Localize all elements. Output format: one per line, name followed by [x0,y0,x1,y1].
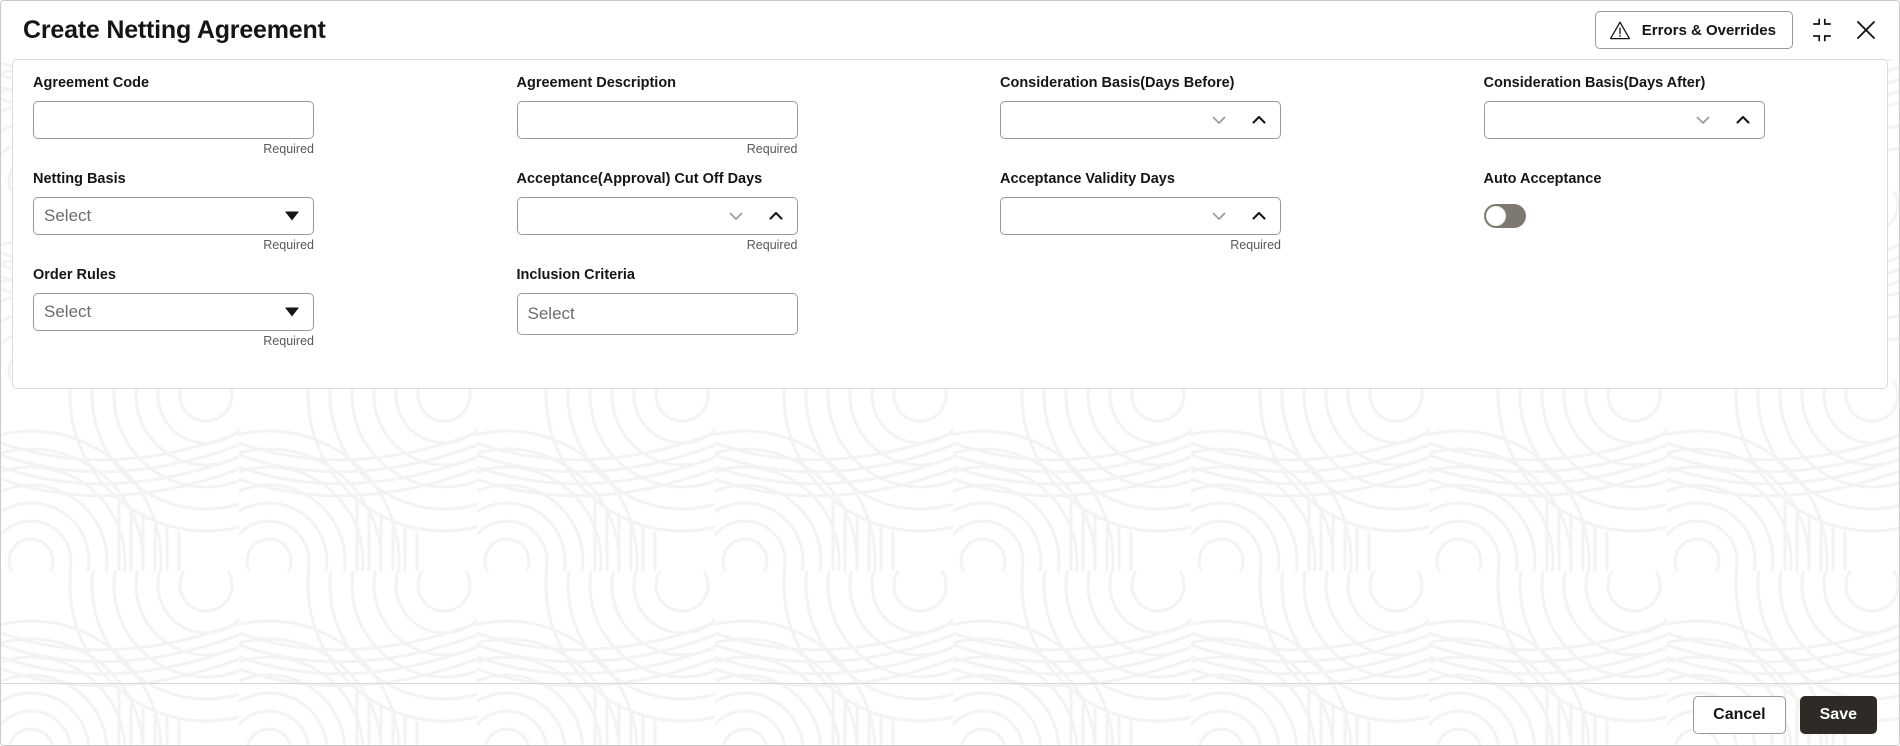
chevron-up-icon[interactable] [1730,107,1756,133]
field-spacer [1484,266,1868,366]
hint-acceptance-approval-cut-off-days: Required [746,238,798,252]
caret-down-icon [285,211,299,221]
field-spacer [1000,266,1384,366]
dialog-footer: Cancel Save [1,683,1899,745]
label-netting-basis: Netting Basis [33,171,126,187]
label-consideration-basis-days-after: Consideration Basis(Days After) [1483,75,1706,91]
netting-basis-select[interactable]: Select [33,197,314,235]
chevron-down-icon[interactable] [1206,107,1232,133]
inclusion-criteria-input[interactable]: Select [516,293,798,335]
close-x-icon[interactable] [1851,15,1881,45]
create-netting-agreement-dialog: Create Netting Agreement Errors & Overri… [0,0,1900,746]
agreement-description-input[interactable] [516,101,798,139]
field-agreement-code: Agreement Code Required [33,74,417,170]
chevron-down-icon[interactable] [723,203,749,229]
field-agreement-description: Agreement Description Required [516,74,901,170]
order-rules-select[interactable]: Select [33,293,314,331]
inclusion-criteria-value: Select [527,304,575,323]
hint-order-rules: Required [263,334,314,348]
consideration-basis-days-after-input[interactable] [1483,101,1765,139]
hint-agreement-description: Required [746,142,798,156]
label-agreement-description: Agreement Description [516,75,677,91]
dialog-body: Agreement Code Required Agreement Descri… [1,59,1899,683]
save-button[interactable]: Save [1799,695,1877,734]
field-auto-acceptance: Auto Acceptance [1483,170,1868,266]
acceptance-validity-days-stepper [1206,198,1272,234]
header-actions: Errors & Overrides [1594,11,1881,49]
field-consideration-basis-days-before: Consideration Basis(Days Before) [1000,74,1384,170]
chevron-up-icon[interactable] [763,203,789,229]
auto-acceptance-toggle[interactable] [1483,204,1526,228]
field-inclusion-criteria: Inclusion Criteria Select [516,266,901,366]
label-acceptance-validity-days: Acceptance Validity Days [1000,171,1175,187]
cancel-button[interactable]: Cancel [1693,695,1786,734]
field-acceptance-validity-days: Acceptance Validity Days Required [1000,170,1384,266]
caret-down-icon [285,307,299,317]
field-order-rules: Order Rules Select Required [33,266,417,366]
chevron-up-icon[interactable] [1246,203,1272,229]
label-auto-acceptance: Auto Acceptance [1483,171,1602,187]
label-agreement-code: Agreement Code [33,75,150,91]
auto-acceptance-toggle-wrap [1483,197,1868,228]
label-inclusion-criteria: Inclusion Criteria [516,267,635,283]
netting-basis-value: Select [44,206,92,225]
collapse-corners-icon[interactable] [1807,15,1837,45]
order-rules-value: Select [44,302,92,321]
field-netting-basis: Netting Basis Select Required [33,170,417,266]
acceptance-approval-cut-off-days-stepper [723,198,789,234]
label-acceptance-approval-cut-off-days: Acceptance(Approval) Cut Off Days [516,171,763,187]
acceptance-approval-cut-off-days-input[interactable] [516,197,798,235]
warning-triangle-icon [1609,20,1631,41]
field-consideration-basis-days-after: Consideration Basis(Days After) [1483,74,1868,170]
errors-and-overrides-label: Errors & Overrides [1641,21,1776,39]
chevron-up-icon[interactable] [1246,107,1272,133]
page-title: Create Netting Agreement [23,15,326,44]
acceptance-validity-days-input[interactable] [1000,197,1281,235]
hint-netting-basis: Required [263,238,314,252]
errors-and-overrides-button[interactable]: Errors & Overrides [1594,11,1793,49]
field-acceptance-approval-cut-off-days: Acceptance(Approval) Cut Off Days Requir… [516,170,901,266]
dialog-header: Create Netting Agreement Errors & Overri… [1,1,1899,59]
form-field-grid: Agreement Code Required Agreement Descri… [23,74,1877,366]
netting-agreement-form-panel: Agreement Code Required Agreement Descri… [12,59,1888,389]
chevron-down-icon[interactable] [1206,203,1232,229]
consideration-basis-days-after-stepper [1690,102,1756,138]
consideration-basis-days-before-input[interactable] [1000,101,1281,139]
hint-agreement-code: Required [263,142,314,156]
toggle-knob [1485,206,1506,226]
label-consideration-basis-days-before: Consideration Basis(Days Before) [1000,75,1235,91]
label-order-rules: Order Rules [33,267,116,283]
chevron-down-icon[interactable] [1690,107,1716,133]
agreement-code-input[interactable] [33,101,314,139]
hint-acceptance-validity-days: Required [1230,238,1281,252]
consideration-basis-days-before-stepper [1206,102,1272,138]
